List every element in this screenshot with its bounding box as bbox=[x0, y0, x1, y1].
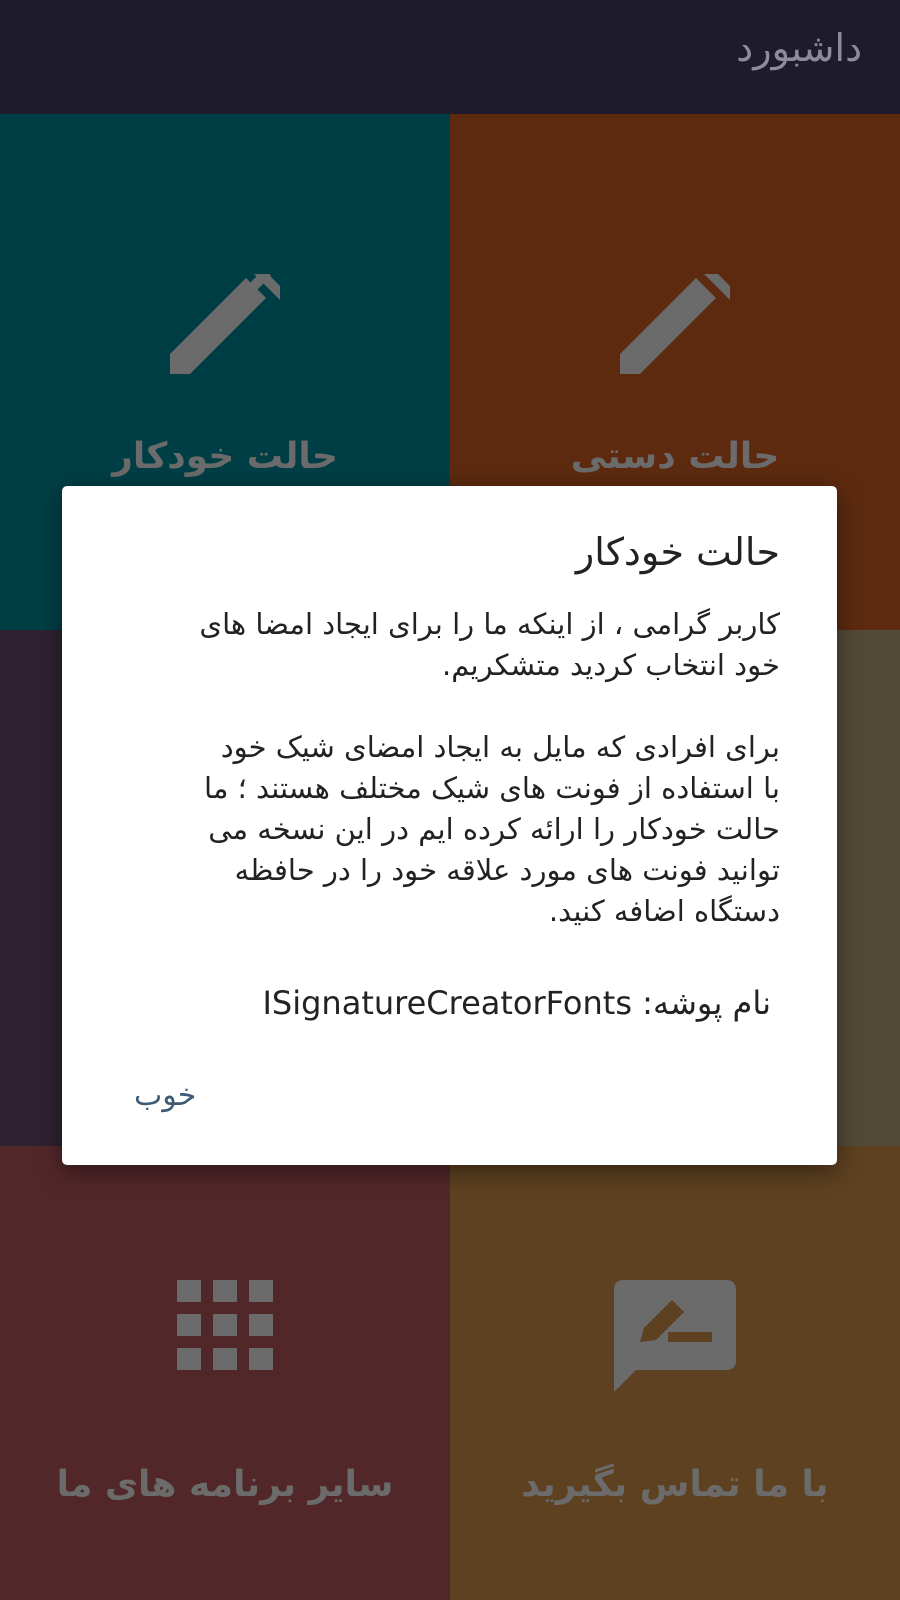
folder-label: نام پوشه: bbox=[632, 984, 771, 1022]
tile-other-apps[interactable]: سایر برنامه های ما bbox=[0, 1146, 450, 1600]
app-bar: داشبورد bbox=[0, 0, 900, 114]
dialog-paragraph: برای افرادی که مایل به ایجاد امضای شیک خ… bbox=[204, 730, 780, 928]
folder-name: ISignatureCreatorFonts bbox=[262, 984, 632, 1022]
feedback-chat-icon bbox=[614, 1280, 736, 1396]
app-title: داشبورد bbox=[736, 26, 862, 70]
dialog-paragraph: کاربر گرامی ، از اینکه ما را برای ایجاد … bbox=[199, 607, 780, 682]
pencil-icon bbox=[620, 272, 730, 378]
tile-label: سایر برنامه های ما bbox=[56, 1464, 394, 1505]
pencil-icon bbox=[170, 268, 280, 378]
tile-label: حالت دستی bbox=[570, 436, 780, 477]
dialog-title: حالت خودکار bbox=[575, 530, 780, 574]
grid-apps-icon bbox=[177, 1280, 273, 1374]
ok-button[interactable]: خوب bbox=[128, 1074, 202, 1117]
tile-label: با ما تماس بگیرید bbox=[521, 1464, 829, 1505]
tile-label: حالت خودکار bbox=[112, 436, 338, 477]
info-dialog: حالت خودکار کاربر گرامی ، از اینکه ما را… bbox=[62, 486, 837, 1165]
folder-name-line: نام پوشه: ISignatureCreatorFonts bbox=[262, 984, 771, 1022]
dialog-message: کاربر گرامی ، از اینکه ما را برای ایجاد … bbox=[140, 604, 780, 932]
tile-contact-us[interactable]: با ما تماس بگیرید bbox=[450, 1146, 900, 1600]
